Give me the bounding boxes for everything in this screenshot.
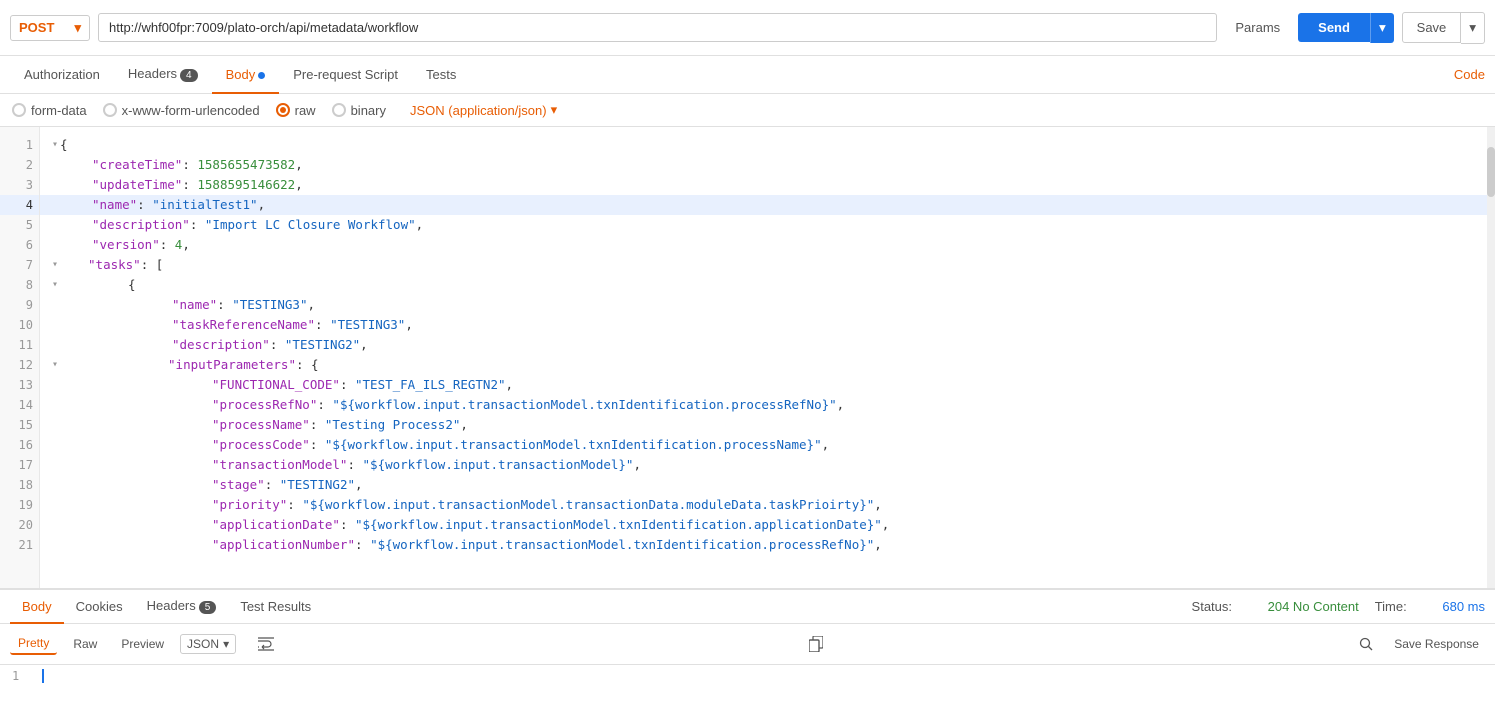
code-line-5: "description": "Import LC Closure Workfl… bbox=[40, 215, 1487, 235]
request-tabs: Authorization Headers4 Body Pre-request … bbox=[0, 56, 1495, 94]
radio-raw[interactable]: raw bbox=[276, 103, 316, 118]
response-body: 1 bbox=[0, 665, 1495, 718]
send-dropdown-button[interactable]: ▾ bbox=[1370, 13, 1394, 43]
code-line-16: "processCode": "${workflow.input.transac… bbox=[40, 435, 1487, 455]
response-tab-body[interactable]: Body bbox=[10, 591, 64, 624]
code-line-17: "transactionModel": "${workflow.input.tr… bbox=[40, 455, 1487, 475]
method-dropdown-icon: ▾ bbox=[74, 20, 81, 36]
method-selector[interactable]: POST ▾ bbox=[10, 15, 90, 41]
scrollbar-track[interactable] bbox=[1487, 127, 1495, 588]
radio-circle-urlencoded bbox=[103, 103, 117, 117]
radio-circle-form-data bbox=[12, 103, 26, 117]
code-line-18: "stage": "TESTING2", bbox=[40, 475, 1487, 495]
toggle-12[interactable]: ▾ bbox=[52, 355, 58, 375]
code-line-14: "processRefNo": "${workflow.input.transa… bbox=[40, 395, 1487, 415]
request-bar: POST ▾ Params Send ▾ Save ▾ bbox=[0, 0, 1495, 56]
search-svg bbox=[1359, 637, 1373, 651]
tab-authorization[interactable]: Authorization bbox=[10, 57, 114, 94]
status-value: 204 No Content bbox=[1268, 599, 1359, 614]
method-label: POST bbox=[19, 20, 54, 35]
tab-headers[interactable]: Headers4 bbox=[114, 56, 212, 94]
response-line-number: 1 bbox=[12, 669, 42, 683]
send-button-group: Send ▾ bbox=[1298, 13, 1394, 43]
response-section: Body Cookies Headers5 Test Results Statu… bbox=[0, 588, 1495, 718]
params-button[interactable]: Params bbox=[1225, 14, 1290, 41]
response-tab-headers[interactable]: Headers5 bbox=[135, 590, 229, 624]
format-selector[interactable]: JSON ▾ bbox=[180, 634, 236, 654]
code-body[interactable]: ▾ { "createTime": 1585655473582, "update… bbox=[40, 127, 1487, 588]
toggle-1[interactable]: ▾ bbox=[52, 135, 58, 155]
time-value: 680 ms bbox=[1442, 599, 1485, 614]
tab-prerequest[interactable]: Pre-request Script bbox=[279, 57, 412, 94]
code-line-10: "taskReferenceName": "TESTING3", bbox=[40, 315, 1487, 335]
response-tab-test-results[interactable]: Test Results bbox=[228, 591, 323, 624]
code-editor: 1 2 3 4 5 6 7 8 9 10 11 12 13 14 15 16 1… bbox=[0, 127, 1495, 588]
code-line-8: ▾ { bbox=[40, 275, 1487, 295]
response-toolbar: Pretty Raw Preview JSON ▾ Save Re bbox=[0, 624, 1495, 665]
tab-tests[interactable]: Tests bbox=[412, 57, 470, 94]
toggle-8[interactable]: ▾ bbox=[52, 275, 58, 295]
response-tabs: Body Cookies Headers5 Test Results Statu… bbox=[0, 590, 1495, 624]
save-response-button[interactable]: Save Response bbox=[1388, 634, 1485, 654]
code-line-12: ▾ "inputParameters": { bbox=[40, 355, 1487, 375]
code-line-19: "priority": "${workflow.input.transactio… bbox=[40, 495, 1487, 515]
url-input[interactable] bbox=[98, 13, 1217, 42]
code-line-4: "name": "initialTest1", bbox=[40, 195, 1487, 215]
format-dropdown-icon: ▾ bbox=[223, 637, 229, 651]
save-button[interactable]: Save bbox=[1402, 12, 1462, 43]
response-status-bar: Status: 204 No Content Time: 680 ms bbox=[1192, 599, 1485, 614]
code-line-7: ▾ "tasks": [ bbox=[40, 255, 1487, 275]
headers-badge: 4 bbox=[180, 69, 198, 82]
code-line-2: "createTime": 1585655473582, bbox=[40, 155, 1487, 175]
code-line-11: "description": "TESTING2", bbox=[40, 335, 1487, 355]
code-line-15: "processName": "Testing Process2", bbox=[40, 415, 1487, 435]
code-line-13: "FUNCTIONAL_CODE": "TEST_FA_ILS_REGTN2", bbox=[40, 375, 1487, 395]
preview-button[interactable]: Preview bbox=[113, 634, 172, 654]
code-line-20: "applicationDate": "${workflow.input.tra… bbox=[40, 515, 1487, 535]
body-dot bbox=[258, 72, 265, 79]
response-headers-badge: 5 bbox=[199, 601, 217, 614]
json-dropdown-icon: ▾ bbox=[551, 102, 558, 118]
copy-svg bbox=[809, 636, 823, 652]
pretty-button[interactable]: Pretty bbox=[10, 633, 57, 655]
save-dropdown-button[interactable]: ▾ bbox=[1461, 12, 1485, 44]
radio-form-data[interactable]: form-data bbox=[12, 103, 87, 118]
send-button[interactable]: Send bbox=[1298, 13, 1370, 42]
json-type-selector[interactable]: JSON (application/json) ▾ bbox=[410, 102, 557, 118]
code-line-21: "applicationNumber": "${workflow.input.t… bbox=[40, 535, 1487, 555]
save-button-group: Save ▾ bbox=[1402, 12, 1485, 44]
scrollbar-thumb[interactable] bbox=[1487, 147, 1495, 197]
radio-circle-binary bbox=[332, 103, 346, 117]
raw-button[interactable]: Raw bbox=[65, 634, 105, 654]
toggle-7[interactable]: ▾ bbox=[52, 255, 58, 275]
text-cursor bbox=[42, 669, 44, 683]
tab-body[interactable]: Body bbox=[212, 57, 280, 94]
time-label: Time: bbox=[1375, 599, 1407, 614]
code-line-9: "name": "TESTING3", bbox=[40, 295, 1487, 315]
radio-binary[interactable]: binary bbox=[332, 103, 386, 118]
code-line-1: ▾ { bbox=[40, 135, 1487, 155]
wrap-lines-icon bbox=[258, 637, 274, 651]
code-line-3: "updateTime": 1588595146622, bbox=[40, 175, 1487, 195]
response-tab-cookies[interactable]: Cookies bbox=[64, 591, 135, 624]
wrap-icon[interactable] bbox=[252, 630, 280, 658]
radio-urlencoded[interactable]: x-www-form-urlencoded bbox=[103, 103, 260, 118]
status-label: Status: bbox=[1192, 599, 1232, 614]
code-link[interactable]: Code bbox=[1454, 57, 1485, 92]
code-line-6: "version": 4, bbox=[40, 235, 1487, 255]
body-type-bar: form-data x-www-form-urlencoded raw bina… bbox=[0, 94, 1495, 127]
radio-circle-raw bbox=[276, 103, 290, 117]
line-numbers: 1 2 3 4 5 6 7 8 9 10 11 12 13 14 15 16 1… bbox=[0, 127, 40, 588]
copy-icon[interactable] bbox=[802, 630, 830, 658]
search-icon-btn[interactable] bbox=[1352, 630, 1380, 658]
